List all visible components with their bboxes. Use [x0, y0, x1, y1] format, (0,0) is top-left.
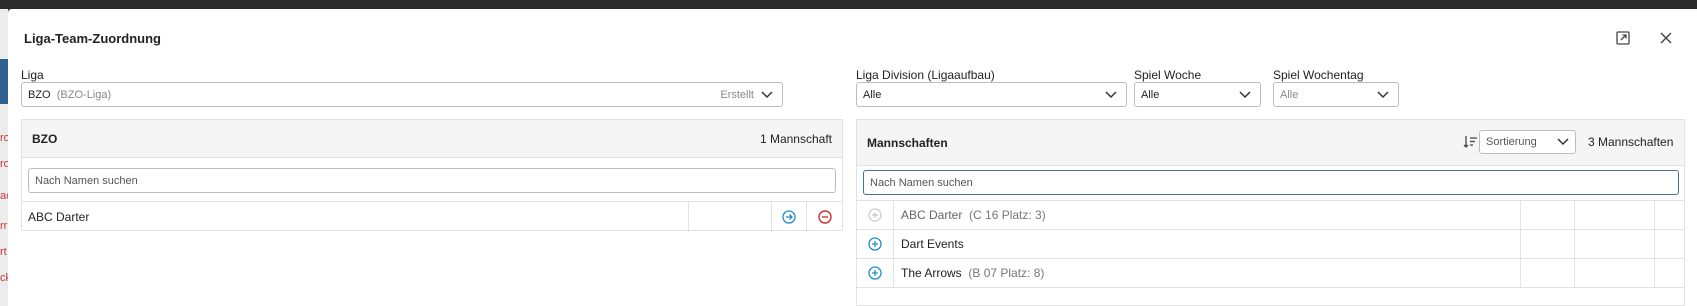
dialog: Liga-Team-Zuordnung Liga BZO (BZO-Liga) … [8, 9, 1697, 306]
background-text-fragment: ck [0, 272, 8, 284]
mannschaften-count: 3 Mannschaften [1588, 135, 1674, 149]
expand-icon[interactable] [1614, 29, 1632, 47]
background-page: ro ro ac rr rt ck [0, 9, 8, 306]
team-name: Dart Events [901, 237, 964, 251]
spielwoche-value: Alle [1141, 88, 1160, 101]
table-row[interactable]: Dart Events [857, 229, 1684, 258]
team-detail: (B 07 Platz: 8) [968, 266, 1045, 280]
empty-cell [689, 202, 773, 232]
division-select[interactable]: Alle [856, 82, 1127, 107]
empty-cell [1575, 201, 1655, 229]
empty-cell [1521, 259, 1575, 287]
spielwoche-label: Spiel Woche [1134, 68, 1202, 82]
background-text-fragment: rr [0, 220, 8, 232]
table-row[interactable]: ABC Darter [22, 201, 842, 232]
liga-value-detail: (BZO-Liga) [56, 88, 112, 101]
chevron-down-icon [1238, 88, 1252, 102]
chevron-down-icon [1104, 88, 1118, 102]
arrow-right-circle-icon[interactable] [772, 202, 808, 232]
liga-teams-title: BZO [32, 131, 58, 146]
add-circle-icon[interactable] [857, 230, 894, 258]
add-circle-icon[interactable] [857, 259, 894, 287]
empty-cell [1655, 201, 1679, 229]
wochentag-select[interactable]: Alle [1273, 82, 1399, 107]
mannschaften-search-input[interactable] [863, 170, 1679, 195]
spielwoche-select[interactable]: Alle [1134, 82, 1261, 107]
liga-teams-panel: BZO 1 Mannschaft ABC Darter [21, 119, 843, 232]
minus-circle-icon[interactable] [807, 202, 842, 232]
window-top-bar [0, 0, 1697, 9]
close-icon[interactable] [1657, 29, 1675, 47]
team-name: ABC Darter [901, 208, 963, 222]
table-row[interactable]: The Arrows (B 07 Platz: 8) [857, 258, 1684, 288]
add-circle-icon[interactable] [857, 201, 894, 229]
empty-cell [1521, 230, 1575, 258]
team-name: The Arrows [901, 266, 962, 280]
dialog-title: Liga-Team-Zuordnung [24, 31, 161, 46]
empty-cell [1655, 230, 1679, 258]
mannschaften-panel: Mannschaften Sortierung 3 Mannschaften A… [856, 119, 1685, 306]
liga-teams-count: 1 Mannschaft [759, 131, 832, 146]
chevron-down-icon [1376, 88, 1390, 102]
team-detail: (C 16 Platz: 3) [969, 208, 1046, 222]
liga-teams-search-input[interactable] [28, 168, 836, 193]
background-blue-block [0, 59, 8, 104]
chevron-down-icon [1557, 138, 1569, 146]
wochentag-label: Spiel Wochentag [1273, 68, 1364, 82]
empty-cell [1655, 259, 1679, 287]
empty-cell [1521, 201, 1575, 229]
liga-select[interactable]: BZO (BZO-Liga) Erstellt [21, 82, 783, 107]
background-text-fragment: rt [0, 246, 7, 258]
background-text-fragment: ro [0, 158, 8, 170]
empty-cell [1575, 259, 1655, 287]
liga-value: BZO [28, 88, 51, 101]
background-text-fragment: ac [0, 190, 8, 202]
chevron-down-icon [760, 88, 774, 102]
liga-status: Erstellt [720, 88, 754, 101]
team-name: ABC Darter [22, 202, 690, 232]
table-row[interactable]: ABC Darter (C 16 Platz: 3) [857, 200, 1684, 229]
liga-label: Liga [21, 68, 44, 82]
division-label: Liga Division (Ligaaufbau) [856, 68, 995, 82]
sort-icon[interactable] [1463, 135, 1478, 149]
sort-placeholder: Sortierung [1486, 136, 1537, 148]
wochentag-placeholder: Alle [1280, 88, 1299, 101]
empty-cell [1575, 230, 1655, 258]
liga-teams-header: BZO 1 Mannschaft [22, 120, 842, 158]
background-text-fragment: ro [0, 132, 8, 144]
sort-select[interactable]: Sortierung [1479, 130, 1576, 154]
division-value: Alle [863, 88, 882, 101]
